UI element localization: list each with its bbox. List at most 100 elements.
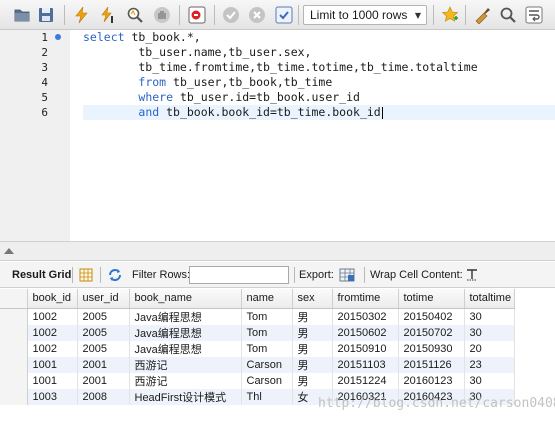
result-grid-tab[interactable]: Result Grid [12,262,71,288]
row-header[interactable] [0,308,28,325]
table-cell[interactable]: 2001 [77,356,130,373]
table-cell[interactable]: 男 [292,324,333,341]
table-cell[interactable]: 20151103 [332,356,399,373]
row-header[interactable] [0,324,28,341]
collapse-arrow-icon[interactable] [4,248,14,254]
stop-button[interactable] [152,5,172,25]
table-cell[interactable]: 男 [292,340,333,357]
table-cell[interactable]: 西游记 [129,372,242,389]
code-line[interactable]: select tb_book.*, [83,30,555,45]
table-cell[interactable]: Tom [241,340,293,357]
code-line[interactable]: and tb_book.book_id=tb_time.book_id [83,105,555,120]
code-lines[interactable]: select tb_book.*, tb_user.name,tb_user.s… [83,30,555,120]
table-row[interactable]: 1001 2001 西游记 Carson 男 20151103 20151126 23 [0,356,515,373]
table-cell[interactable]: 2005 [77,308,130,325]
result-grid[interactable]: book_id user_id book_name name sex fromtime to… [0,289,555,426]
table-cell[interactable]: 30 [464,324,515,341]
column-header-sex[interactable]: sex [292,289,333,309]
commit-button[interactable] [221,5,241,25]
table-cell[interactable]: 23 [464,356,515,373]
find-button[interactable] [498,5,518,25]
table-cell[interactable]: Carson [241,356,293,373]
continue-on-error-button[interactable] [187,5,207,25]
limit-rows-select[interactable]: Limit to 1000 rows ▼ [303,5,427,25]
export-button[interactable] [339,262,355,288]
table-cell[interactable]: 1003 [27,388,78,405]
table-cell[interactable]: 30 [464,308,515,325]
table-cell[interactable]: 女 [292,388,333,405]
refresh-button[interactable] [107,262,123,288]
table-cell[interactable]: Java编程思想 [129,324,242,341]
code-line[interactable]: from tb_user,tb_book,tb_time [83,75,555,90]
rollback-button[interactable] [247,5,267,25]
table-cell[interactable]: 男 [292,356,333,373]
open-folder-button[interactable] [12,5,32,25]
code-line[interactable]: where tb_user.id=tb_book.user_id [83,90,555,105]
column-header-user-id[interactable]: user_id [77,289,130,309]
code-line[interactable]: tb_user.name,tb_user.sex, [83,45,555,60]
column-header-fromtime[interactable]: fromtime [332,289,399,309]
table-row[interactable]: 1002 2005 Java编程思想 Tom 男 20150302 20150402 30 [0,308,515,325]
table-cell[interactable]: 2005 [77,324,130,341]
table-row[interactable]: 1002 2005 Java编程思想 Tom 男 20150910 20150930 20 [0,340,515,357]
table-cell[interactable]: 20150302 [332,308,399,325]
table-cell[interactable]: 2005 [77,340,130,357]
table-cell[interactable]: Tom [241,324,293,341]
table-cell[interactable]: 20150402 [398,308,465,325]
table-row[interactable]: 1003 2008 HeadFirst设计模式 Thl 女 20160321 2016042… [0,388,515,405]
table-cell[interactable]: Java编程思想 [129,308,242,325]
table-cell[interactable]: 男 [292,372,333,389]
table-cell[interactable]: 1001 [27,356,78,373]
save-button[interactable] [36,5,56,25]
column-header-name[interactable]: name [241,289,293,309]
table-cell[interactable]: HeadFirst设计模式 [129,388,242,405]
table-cell[interactable]: 2008 [77,388,130,405]
table-cell[interactable]: 2001 [77,372,130,389]
table-cell[interactable]: 1002 [27,308,78,325]
execute-button[interactable] [72,5,92,25]
filter-rows-input[interactable] [189,266,289,284]
table-cell[interactable]: Thl [241,388,293,405]
table-row[interactable]: 1002 2005 Java编程思想 Tom 男 20150602 20150702 30 [0,324,515,341]
table-cell[interactable]: 20160123 [398,372,465,389]
table-cell[interactable]: 1002 [27,324,78,341]
beautify-button[interactable] [472,5,492,25]
code-line[interactable]: tb_time.fromtime,tb_time.totime,tb_time.… [83,60,555,75]
table-cell[interactable]: Carson [241,372,293,389]
row-header[interactable] [0,388,28,405]
table-cell[interactable]: 西游记 [129,356,242,373]
column-header-book-name[interactable]: book_name [129,289,242,309]
panel-splitter[interactable] [0,241,555,261]
wrap-cell-button[interactable] [465,262,479,288]
autocommit-button[interactable] [274,5,294,25]
table-cell[interactable]: 1001 [27,372,78,389]
word-wrap-button[interactable] [524,5,544,25]
column-header-totime[interactable]: totime [398,289,465,309]
explain-button[interactable] [125,5,145,25]
row-header[interactable] [0,356,28,373]
row-header[interactable] [0,372,28,389]
table-cell[interactable]: 1002 [27,340,78,357]
table-cell[interactable]: Java编程思想 [129,340,242,357]
column-header-totaltime[interactable]: totaltime [464,289,515,309]
table-cell[interactable]: 20160321 [332,388,399,405]
table-cell[interactable]: 20150930 [398,340,465,357]
row-header[interactable] [0,340,28,357]
grid-view-button[interactable] [79,262,93,288]
table-cell[interactable]: 20151126 [398,356,465,373]
table-cell[interactable]: 20150702 [398,324,465,341]
table-cell[interactable]: 30 [464,388,515,405]
table-cell[interactable]: 20160423 [398,388,465,405]
sql-editor[interactable]: 1 2 3 4 5 6 select tb_book.*, tb_user.name,tb… [0,30,555,241]
table-cell[interactable]: Tom [241,308,293,325]
table-cell[interactable]: 男 [292,308,333,325]
add-snippet-button[interactable] [440,5,460,25]
table-cell[interactable]: 20150910 [332,340,399,357]
table-cell[interactable]: 30 [464,372,515,389]
table-cell[interactable]: 20 [464,340,515,357]
column-header-book-id[interactable]: book_id [27,289,78,309]
execute-current-button[interactable] [98,5,118,25]
table-cell[interactable]: 20150602 [332,324,399,341]
table-cell[interactable]: 20151224 [332,372,399,389]
table-row[interactable]: 1001 2001 西游记 Carson 男 20151224 20160123 30 [0,372,515,389]
